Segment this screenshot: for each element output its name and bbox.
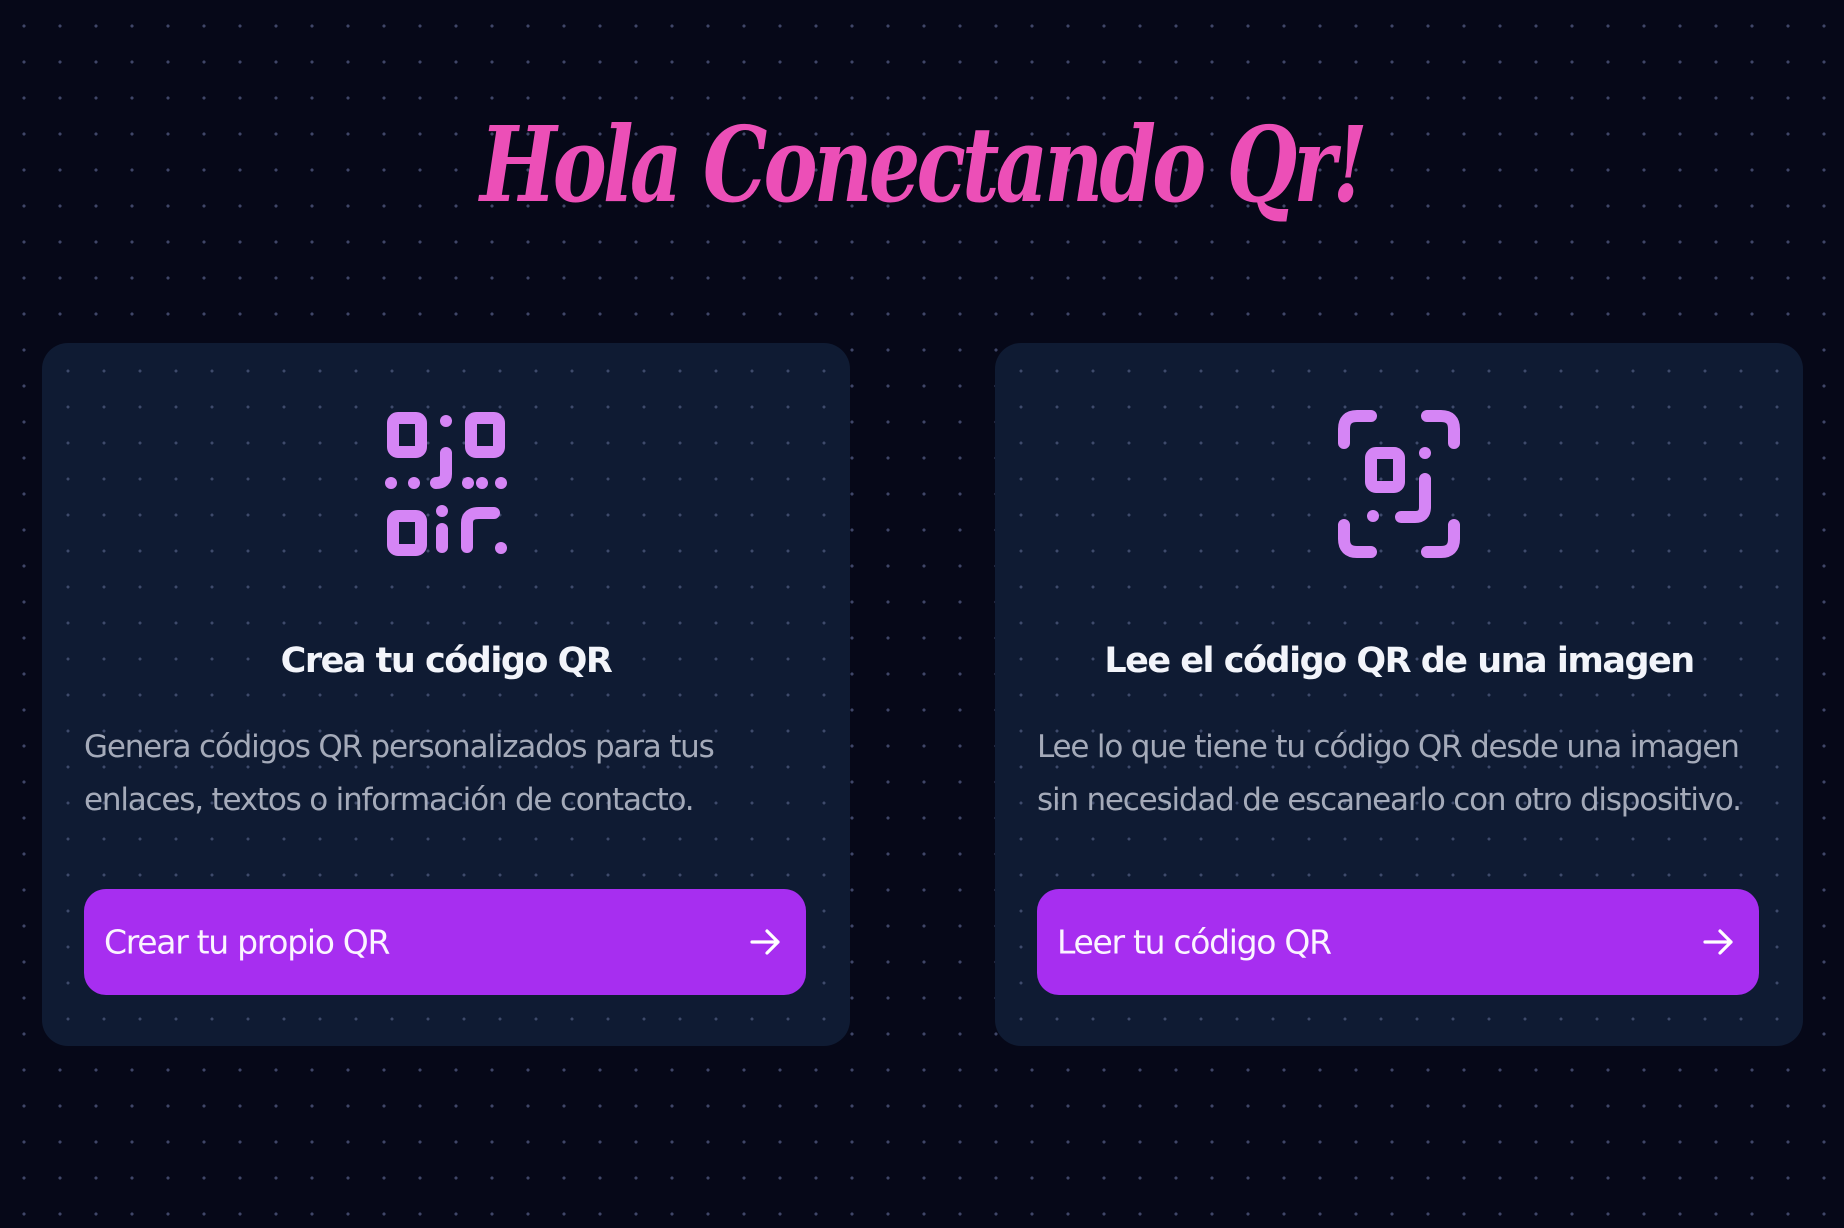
card-description-line: sin necesidad de escanearlo con otro dis…: [1037, 782, 1742, 818]
card-description-line: Lee lo que tiene tu código QR desde una …: [1037, 729, 1740, 765]
card-title: Lee el código QR de una imagen: [1104, 641, 1695, 681]
button-label: Leer tu código QR: [1057, 922, 1332, 962]
card-description: Genera códigos QR personalizados para tu…: [84, 721, 824, 827]
create-qr-card: Crea tu código QR Genera códigos QR pers…: [42, 343, 850, 1046]
card-description-line: enlaces, textos o información de contact…: [84, 782, 695, 818]
card-description: Lee lo que tiene tu código QR desde una …: [1037, 721, 1777, 827]
page-title: Hola Conectando Qr!: [479, 103, 1368, 226]
read-qr-button[interactable]: Leer tu código QR: [1037, 889, 1759, 995]
qr-code-icon: [384, 409, 508, 559]
card-title: Crea tu código QR: [280, 641, 613, 681]
read-qr-card: Lee el código QR de una imagen Lee lo qu…: [995, 343, 1803, 1046]
arrow-right-icon: [748, 925, 782, 959]
arrow-right-icon: [1701, 925, 1735, 959]
card-description-line: Genera códigos QR personalizados para tu…: [84, 729, 715, 765]
qr-scan-icon: [1337, 409, 1461, 559]
button-label: Crear tu propio QR: [104, 922, 390, 962]
create-qr-button[interactable]: Crear tu propio QR: [84, 889, 806, 995]
